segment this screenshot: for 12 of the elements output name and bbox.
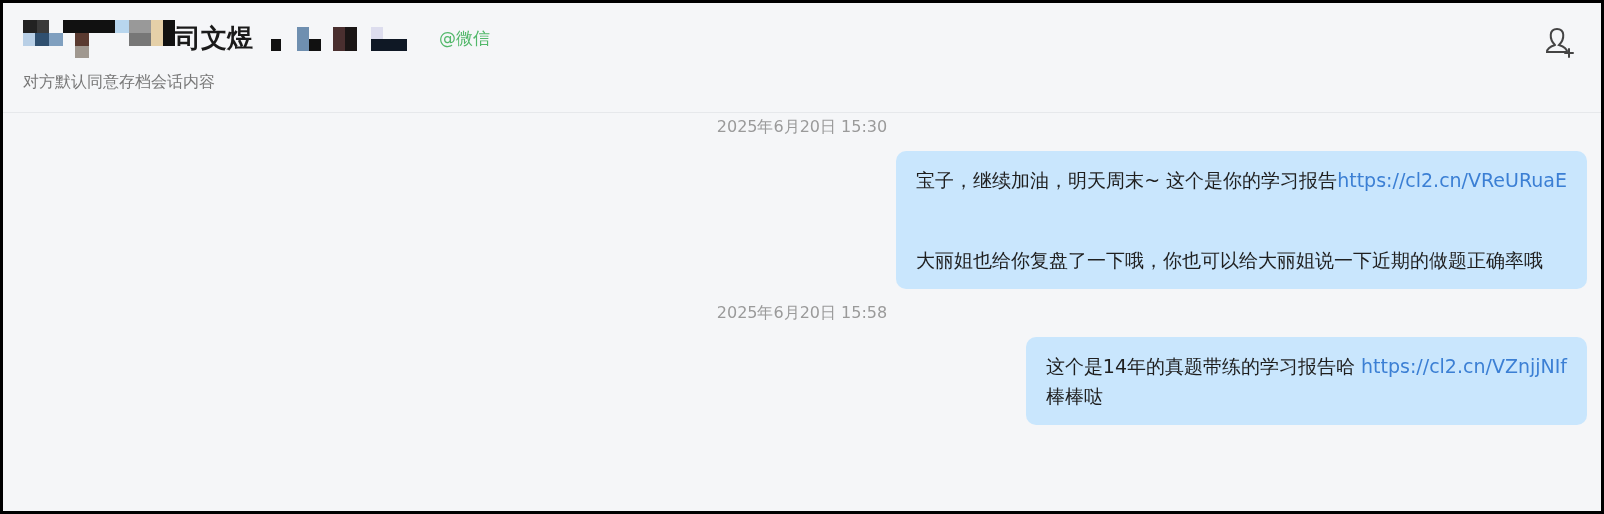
archive-notice: 对方默认同意存档会话内容 bbox=[23, 71, 216, 93]
message-link[interactable]: https://cl2.cn/VZnjjNIf bbox=[1361, 355, 1567, 377]
message-link[interactable]: https://cl2.cn/VReURuaE bbox=[1337, 169, 1567, 191]
message-text: 宝子，继续加油，明天周末~ 这个是你的学习报告https://cl2.cn/VReURuaE bbox=[916, 168, 1567, 193]
timestamp: 2025年6月20日 15:58 bbox=[716, 302, 888, 324]
contact-name: 司文煜 bbox=[175, 22, 253, 55]
message-text: 这个是14年的真题带练的学习报告哈 https://cl2.cn/VZnjjNIf bbox=[1045, 354, 1567, 379]
message-text: 棒棒哒 bbox=[1045, 384, 1104, 409]
timestamp: 2025年6月20日 15:30 bbox=[716, 116, 888, 138]
add-member-icon[interactable] bbox=[1543, 25, 1577, 59]
source-label: @微信 bbox=[439, 26, 490, 50]
message-text: 大丽姐也给你复盘了一下哦，你也可以给大丽姐说一下近期的做题正确率哦 bbox=[916, 248, 1545, 273]
